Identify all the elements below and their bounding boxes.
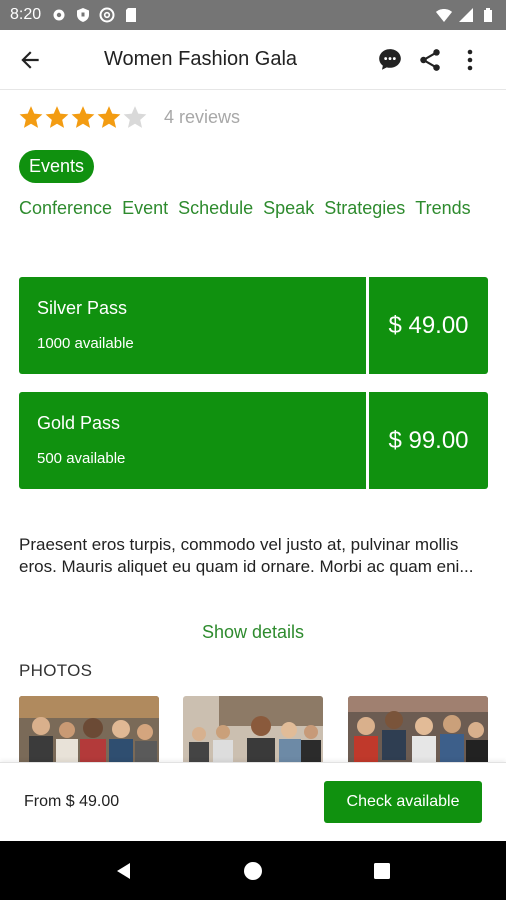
at-icon: [99, 7, 115, 23]
tag-speak[interactable]: Speak: [263, 196, 314, 220]
reviews-count[interactable]: 4 reviews: [164, 107, 240, 128]
circle-home-icon: [243, 861, 262, 880]
pass-info: Silver Pass 1000 available: [19, 277, 366, 374]
wifi-icon: [436, 9, 452, 22]
check-available-button[interactable]: Check available: [324, 781, 482, 823]
status-icons-right: [436, 7, 496, 23]
nav-home-button[interactable]: [233, 851, 273, 891]
system-nav-bar: [0, 841, 506, 900]
arrow-back-icon: [21, 50, 39, 69]
sd-card-icon: [126, 8, 137, 22]
tag-strategies[interactable]: Strategies: [324, 196, 405, 220]
pass-info: Gold Pass 500 available: [19, 392, 366, 489]
chat-button[interactable]: [370, 35, 410, 85]
rating: 4 reviews: [18, 104, 240, 130]
pass-card-silver[interactable]: Silver Pass 1000 available $ 49.00: [19, 277, 488, 374]
event-photo[interactable]: [19, 696, 159, 762]
status-bar: 8:20: [0, 0, 506, 30]
tag-schedule[interactable]: Schedule: [178, 196, 253, 220]
price-from: From $ 49.00: [24, 793, 120, 810]
tag-conference[interactable]: Conference: [19, 196, 112, 220]
star-filled-icon: [71, 106, 95, 128]
star-filled-icon: [45, 106, 69, 128]
square-recents-icon: [373, 862, 390, 879]
pass-availability: 1000 available: [37, 335, 134, 352]
more-options-button[interactable]: [450, 35, 490, 85]
page-title: Women Fashion Gala: [104, 48, 298, 70]
group-photo-image: [348, 696, 488, 762]
back-button[interactable]: [0, 30, 60, 90]
pass-name: Gold Pass: [37, 413, 121, 433]
photos-section-title: PHOTOS: [19, 661, 93, 680]
status-icons-left: [51, 7, 139, 23]
nav-recents-button[interactable]: [362, 851, 402, 891]
app-bar: Women Fashion Gala: [0, 30, 506, 90]
pass-card-gold[interactable]: Gold Pass 500 available $ 99.00: [19, 392, 488, 489]
gear-icon: [53, 9, 65, 21]
triangle-back-icon: [117, 862, 131, 879]
pass-price: $ 99.00: [369, 392, 488, 489]
status-time: 8:20: [10, 6, 42, 23]
group-photo-image: [19, 696, 159, 762]
star-filled-icon: [19, 106, 43, 128]
star-empty-icon: [123, 106, 147, 128]
app-bar-actions: [370, 35, 506, 85]
photo-strip: [0, 696, 506, 762]
category-badge[interactable]: Events: [19, 150, 95, 183]
bottom-bar: From $ 49.00 Check available: [0, 762, 506, 841]
pass-availability: 500 available: [37, 450, 126, 467]
pass-price: $ 49.00: [369, 277, 488, 374]
share-button[interactable]: [410, 35, 450, 85]
battery-icon: [484, 8, 492, 22]
tag-event[interactable]: Event: [122, 196, 168, 220]
share-icon: [420, 48, 440, 71]
nav-back-button[interactable]: [104, 851, 144, 891]
shield-icon: [77, 8, 90, 22]
tag-list: Conference Event Schedule Speak Strategi…: [19, 196, 489, 220]
signal-icon: [459, 8, 473, 22]
event-description: Praesent eros turpis, commodo vel justo …: [19, 535, 474, 576]
event-photo[interactable]: [348, 696, 488, 762]
tag-trends[interactable]: Trends: [415, 196, 470, 220]
event-photo[interactable]: [183, 696, 323, 762]
chat-icon: [379, 48, 401, 70]
star-filled-icon: [97, 106, 121, 128]
pass-name: Silver Pass: [37, 298, 128, 318]
show-details-link[interactable]: Show details: [0, 622, 506, 643]
more-vert-icon: [467, 49, 473, 70]
group-photo-image: [183, 696, 323, 762]
